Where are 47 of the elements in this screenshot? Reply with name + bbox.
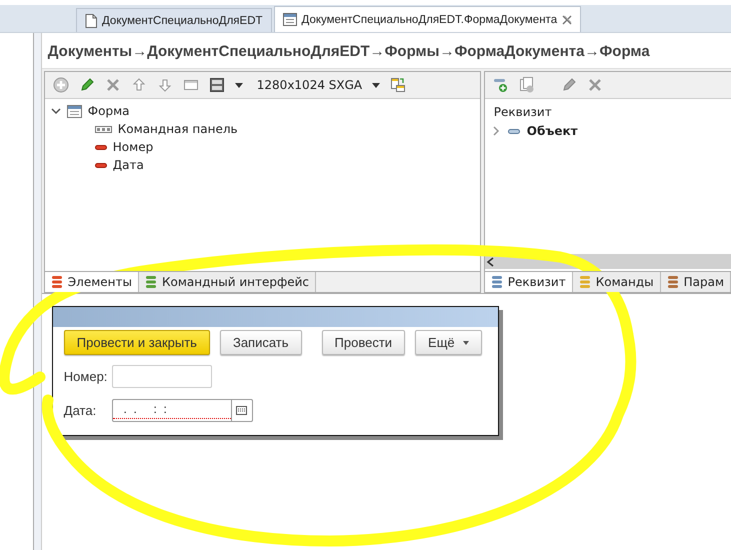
dropdown-caret-icon [372,82,380,88]
pencil-icon[interactable] [560,77,577,93]
expand-chevron-icon[interactable] [50,106,61,116]
move-up-icon[interactable] [130,77,147,93]
dropdown-caret-icon [462,340,469,344]
panel-tab[interactable]: Элементы [44,272,139,292]
add-icon[interactable] [52,77,69,93]
field-label: Дата: [64,403,98,418]
tree-item[interactable]: Форма [88,104,130,118]
dropdown-caret-icon [234,82,243,88]
panel-tab[interactable]: Реквизит [484,272,573,292]
move-down-icon[interactable] [156,77,173,93]
pencil-icon[interactable] [78,77,95,93]
form-button[interactable]: Ещё [415,330,482,355]
calendar-icon [236,406,248,415]
column-header: Реквизит [492,104,553,121]
collapse-chevron-icon[interactable] [490,126,501,136]
copy-add-icon[interactable] [518,77,535,93]
tree-item[interactable]: Объект [526,124,578,138]
delete-icon[interactable] [586,77,603,93]
attribute-icon [508,128,520,134]
tree-item[interactable]: Дата [112,158,144,172]
delete-icon[interactable] [104,77,121,93]
swap-layout-icon[interactable] [390,77,406,93]
layout-icon[interactable] [208,77,225,93]
tree-item[interactable]: Номер [112,140,154,154]
editor-tab[interactable]: ДокументСпециальноДляEDT.ФормаДокумента [274,6,582,32]
tree-item[interactable]: Командная панель [118,122,238,136]
panel-tab[interactable]: Командный интерфейс [138,272,316,292]
form-button[interactable]: Провести [322,330,406,355]
date-field[interactable]: . . : : [112,399,253,422]
form-icon [282,13,297,26]
form-icon [66,104,82,118]
editor-tab[interactable]: ДокументСпециальноДляEDT [76,8,272,32]
window-icon[interactable] [182,77,199,93]
panel-tab[interactable]: Команды [572,272,661,292]
field-label: Номер: [64,369,108,384]
input-field[interactable] [112,365,212,388]
panel-tab[interactable]: Парам [660,272,731,292]
add-attribute-icon[interactable] [492,77,509,93]
resolution-selector[interactable]: 1280x1024 SXGA [256,78,362,92]
form-button[interactable]: Провести и закрыть [64,330,210,355]
command-bar-icon [94,126,112,132]
field-icon [94,162,107,168]
field-icon [94,144,107,150]
document-icon [85,14,97,28]
form-button[interactable]: Записать [220,330,302,355]
